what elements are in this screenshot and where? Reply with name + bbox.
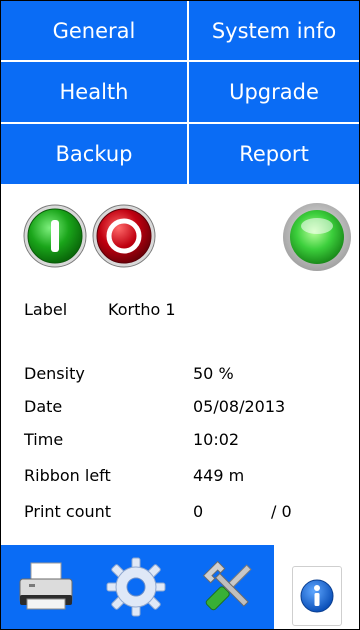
power-on-icon bbox=[23, 204, 87, 268]
time-label: Time bbox=[24, 430, 64, 449]
label-value: Kortho 1 bbox=[108, 300, 176, 319]
printer-button[interactable] bbox=[1, 545, 91, 629]
ribbon-left-value: 449 m bbox=[193, 466, 245, 485]
ribbon-left-label: Ribbon left bbox=[24, 466, 111, 485]
gear-icon bbox=[106, 557, 166, 617]
print-count-value: 0 bbox=[193, 502, 204, 521]
bottom-toolbar bbox=[1, 545, 274, 629]
wrench-screwdriver-icon bbox=[202, 560, 252, 611]
start-button[interactable] bbox=[23, 204, 87, 268]
density-label: Density bbox=[24, 364, 85, 383]
info-icon bbox=[300, 579, 334, 613]
print-count-label: Print count bbox=[24, 502, 112, 521]
density-value: 50 % bbox=[193, 364, 234, 383]
top-navigation: General System info Health Upgrade Backu… bbox=[1, 1, 359, 184]
print-count-total: / 0 bbox=[271, 502, 292, 521]
status-indicator bbox=[282, 202, 352, 272]
stop-button[interactable] bbox=[92, 204, 156, 268]
report-button[interactable]: Report bbox=[189, 124, 359, 184]
system-info-button[interactable]: System info bbox=[189, 1, 359, 60]
date-label: Date bbox=[24, 397, 63, 416]
general-button[interactable]: General bbox=[1, 1, 187, 60]
tools-button[interactable] bbox=[186, 545, 271, 629]
time-value: 10:02 bbox=[193, 430, 240, 449]
info-button[interactable] bbox=[292, 566, 342, 626]
settings-button[interactable] bbox=[96, 545, 176, 629]
health-button[interactable]: Health bbox=[1, 62, 187, 122]
label-caption: Label bbox=[24, 300, 68, 319]
upgrade-button[interactable]: Upgrade bbox=[189, 62, 359, 122]
backup-button[interactable]: Backup bbox=[1, 124, 187, 184]
stop-icon bbox=[92, 204, 156, 268]
printer-icon bbox=[19, 562, 73, 610]
date-value: 05/08/2013 bbox=[193, 397, 286, 416]
status-led-icon bbox=[283, 203, 351, 271]
